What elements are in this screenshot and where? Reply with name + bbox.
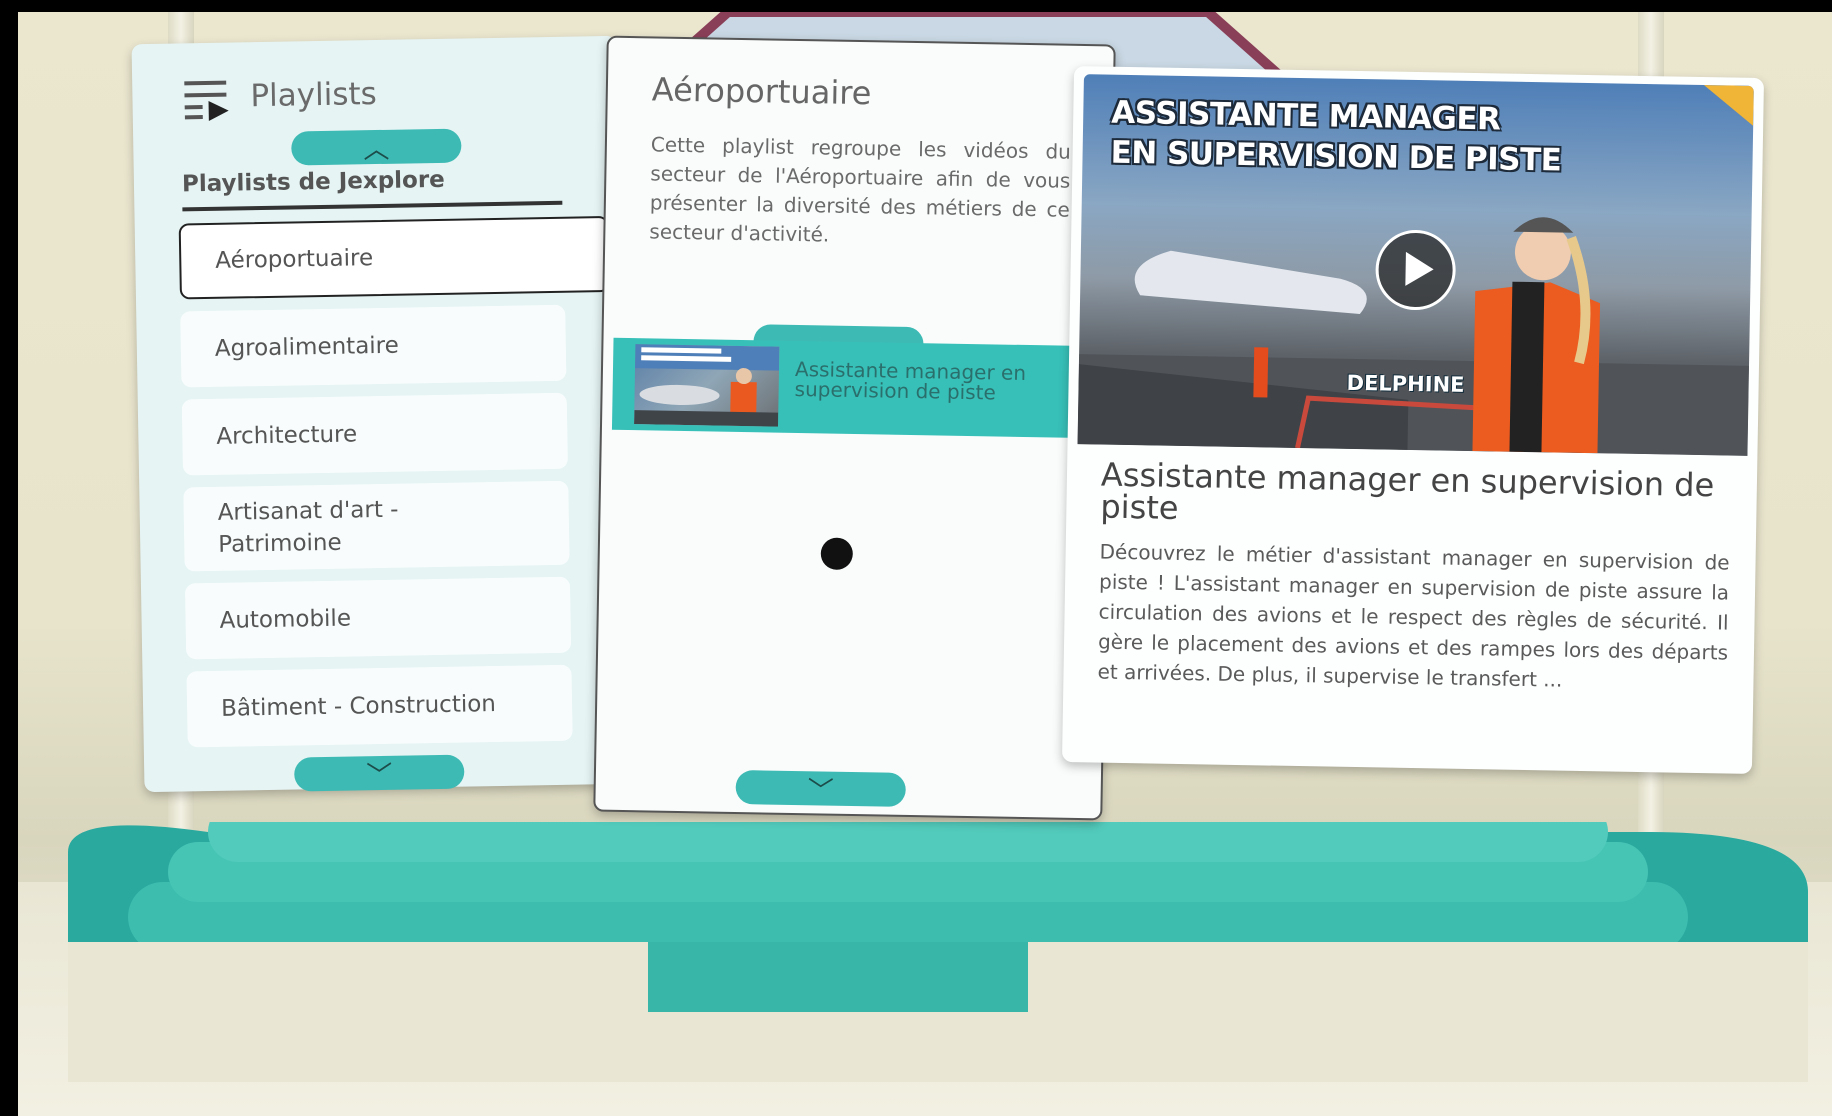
podium <box>68 822 1808 1082</box>
playlist-item-automobile[interactable]: Automobile <box>184 576 572 660</box>
playlist-item-batiment[interactable]: Bâtiment - Construction <box>186 664 573 748</box>
playlists-section-title: Playlists de Jexplore <box>181 166 446 198</box>
playlist-item-label: Aéroportuaire <box>215 245 374 274</box>
playlist-icon <box>184 80 229 121</box>
vr-scene: Playlists ︿ Playlists de Jexplore Aéropo… <box>18 12 1832 1116</box>
playlist-item-artisanat[interactable]: Artisanat d'art - Patrimoine <box>183 480 570 572</box>
playlist-item-agroalimentaire[interactable]: Agroalimentaire <box>180 304 567 388</box>
video-hero-thumbnail[interactable]: ASSISTANTE MANAGER EN SUPERVISION DE PIS… <box>1077 74 1754 456</box>
playlist-item-label: Bâtiment - Construction <box>220 690 497 722</box>
playlist-item-label: Agroalimentaire <box>214 332 400 362</box>
video-thumbnail-image <box>634 344 780 427</box>
video-description: Découvrez le métier d'assistant manager … <box>1097 539 1730 692</box>
playlist-detail-description: Cette playlist regroupe les vidéos du se… <box>649 132 1072 247</box>
hero-title-line1: ASSISTANTE MANAGER <box>1111 94 1501 138</box>
video-detail-panel: ASSISTANTE MANAGER EN SUPERVISION DE PIS… <box>1061 66 1765 774</box>
videos-scroll-down-button[interactable]: ﹀ <box>735 769 906 807</box>
playlist-item-architecture[interactable]: Architecture <box>181 392 568 476</box>
playlist-item-aeroportuaire[interactable]: Aéroportuaire <box>178 215 610 300</box>
playlists-scroll-up-button[interactable]: ︿ <box>291 128 462 166</box>
video-title: Assistante manager en supervision de pis… <box>1100 455 1715 527</box>
playlist-detail-title: Aéroportuaire <box>651 70 872 113</box>
video-thumbnail <box>634 344 780 427</box>
playlists-scroll-down-button[interactable]: ﹀ <box>293 754 465 792</box>
video-list-item-label: Assistante manager en supervision de pis… <box>794 356 1027 405</box>
playlist-item-label: Automobile <box>219 605 352 634</box>
hero-name-tag: DELPHINE <box>1346 370 1465 397</box>
playlists-panel: Playlists ︿ Playlists de Jexplore Aéropo… <box>131 35 630 793</box>
playlists-header-title: Playlists <box>250 76 378 115</box>
pointer-dot <box>820 537 854 570</box>
playlist-detail-panel: Aéroportuaire Cette playlist regroupe le… <box>593 35 1154 821</box>
section-divider <box>182 200 563 212</box>
playlist-item-label: Architecture <box>216 421 358 450</box>
playlist-item-label: Artisanat d'art - Patrimoine <box>217 496 399 558</box>
